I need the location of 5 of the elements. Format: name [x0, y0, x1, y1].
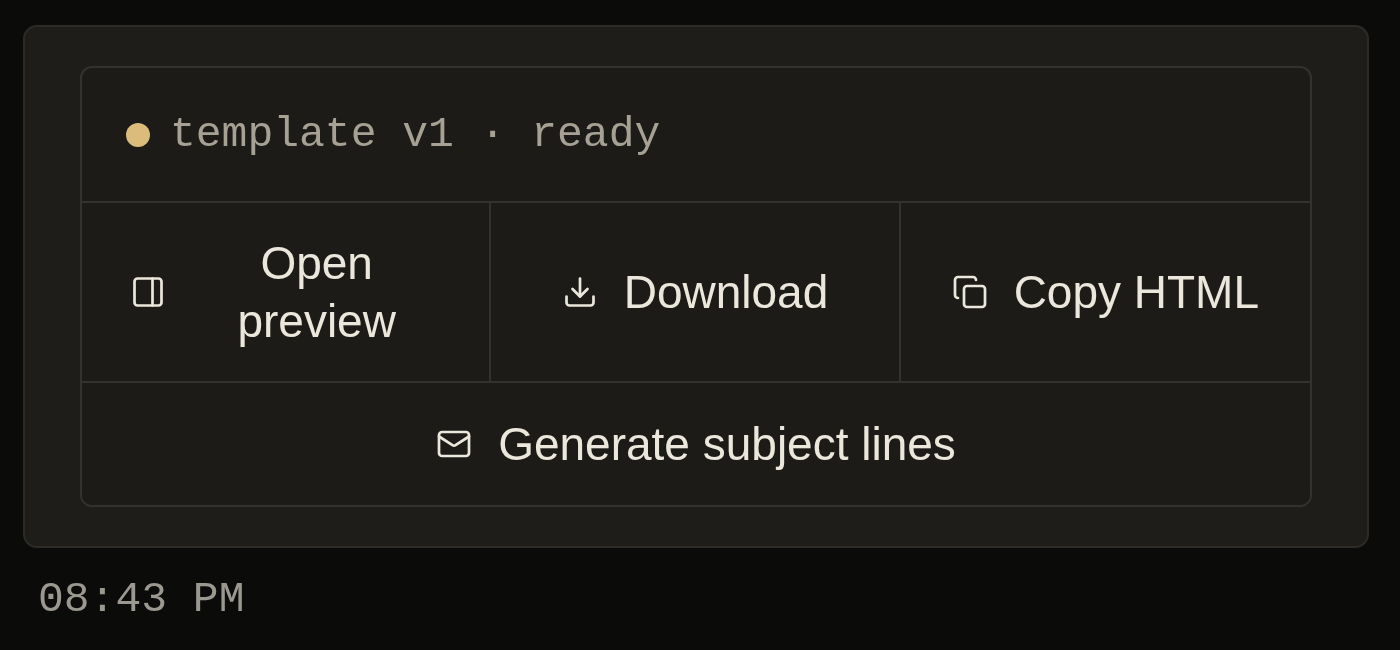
- timestamp: 08:43 PM: [38, 578, 245, 621]
- status-text: template v1 · ready: [170, 113, 661, 156]
- copy-icon: [951, 274, 988, 310]
- side-panel-icon: [130, 274, 166, 310]
- status-dot-icon: [126, 122, 150, 147]
